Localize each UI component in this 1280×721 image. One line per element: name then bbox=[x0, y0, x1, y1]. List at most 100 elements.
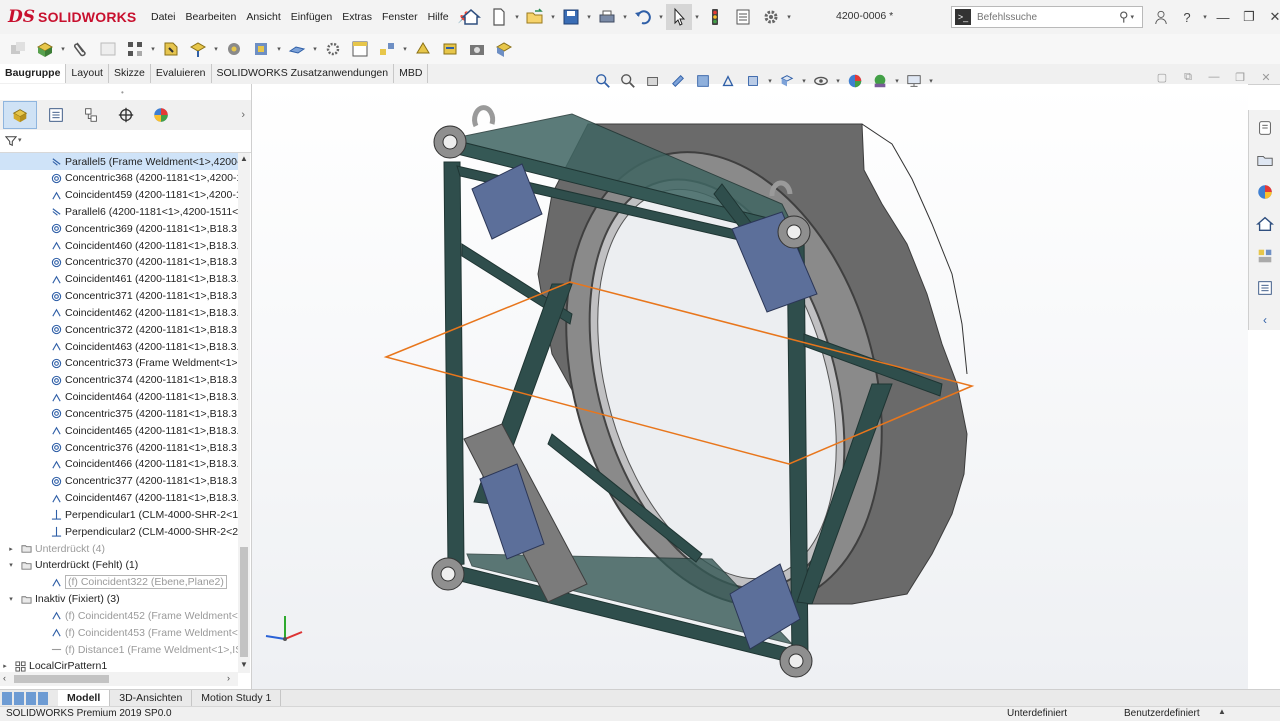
tree-row[interactable]: Coincident460 (4200-1181<1>,B18.3.1M bbox=[0, 237, 238, 254]
viewport-minimize-icon[interactable]: — bbox=[1206, 70, 1222, 84]
tab-nav-prev-icon[interactable] bbox=[14, 692, 24, 705]
print-button[interactable] bbox=[594, 4, 620, 30]
tab-layout[interactable]: Layout bbox=[66, 64, 109, 83]
scroll-up-icon[interactable]: ▲ bbox=[240, 154, 248, 163]
tree-row[interactable]: Concentric376 (4200-1181<1>,B18.3.1M bbox=[0, 439, 238, 456]
solidworks-resources-tab[interactable] bbox=[1251, 114, 1279, 142]
view-orientation-button[interactable] bbox=[742, 71, 764, 91]
zoom-area-button[interactable] bbox=[617, 71, 639, 91]
move-component-button[interactable] bbox=[186, 37, 210, 61]
user-icon[interactable] bbox=[1150, 5, 1172, 29]
tree-row[interactable]: Perpendicular1 (CLM-4000-SHR-2<1>,F bbox=[0, 506, 238, 523]
show-hidden-components-button[interactable] bbox=[222, 37, 246, 61]
tree-collapse-icon[interactable]: ▾ bbox=[6, 561, 16, 569]
options-button[interactable] bbox=[758, 4, 784, 30]
tab-modell[interactable]: Modell bbox=[58, 690, 111, 707]
tree-row[interactable]: Coincident459 (4200-1181<1>,4200-15 bbox=[0, 187, 238, 204]
view-selector-button[interactable] bbox=[717, 71, 739, 91]
take-snapshot-button[interactable] bbox=[465, 37, 489, 61]
dropdown-icon[interactable]: ▾ bbox=[150, 36, 156, 62]
select-dropdown-icon[interactable]: ▾ bbox=[694, 4, 700, 30]
close-icon[interactable]: ✕ bbox=[1264, 5, 1280, 29]
tab-evaluieren[interactable]: Evaluieren bbox=[151, 64, 212, 83]
apply-scene-button[interactable] bbox=[869, 71, 891, 91]
custom-properties-tab[interactable] bbox=[1251, 274, 1279, 302]
tree-row[interactable]: Concentric377 (4200-1181<1>,B18.3.1M bbox=[0, 473, 238, 490]
tree-expand-icon[interactable]: ▸ bbox=[0, 662, 10, 670]
linear-pattern-button[interactable] bbox=[123, 37, 147, 61]
tree-vertical-scroll-thumb[interactable] bbox=[240, 547, 248, 657]
tree-row[interactable]: Perpendicular2 (CLM-4000-SHR-2<2>,F bbox=[0, 523, 238, 540]
menu-hilfe[interactable]: Hilfe bbox=[423, 11, 454, 23]
save-button[interactable] bbox=[558, 4, 584, 30]
design-library-tab[interactable] bbox=[1251, 146, 1279, 174]
tree-collapse-icon[interactable]: ▾ bbox=[6, 595, 16, 603]
scroll-right-icon[interactable]: › bbox=[227, 673, 230, 683]
tree-row[interactable]: Parallel5 (Frame Weldment<1>,4200-1 bbox=[0, 153, 238, 170]
tree-row[interactable]: Coincident466 (4200-1181<1>,B18.3.1M bbox=[0, 456, 238, 473]
dropdown-icon[interactable]: ▾ bbox=[276, 36, 282, 62]
reference-geometry-button[interactable] bbox=[285, 37, 309, 61]
viewport-tile-icon[interactable]: ▢ bbox=[1154, 70, 1170, 84]
scroll-down-icon[interactable]: ▼ bbox=[240, 660, 248, 669]
tab-nav-first-icon[interactable] bbox=[2, 692, 12, 705]
command-search-input[interactable] bbox=[975, 10, 1119, 24]
dropdown-icon[interactable]: ▾ bbox=[213, 36, 219, 62]
save-dropdown-icon[interactable]: ▾ bbox=[586, 4, 592, 30]
menu-extras[interactable]: Extras bbox=[337, 11, 377, 23]
previous-view-button[interactable] bbox=[642, 71, 664, 91]
tab-mbd[interactable]: MBD bbox=[394, 64, 429, 83]
tree-row[interactable]: Coincident461 (4200-1181<1>,B18.3.1M bbox=[0, 271, 238, 288]
open-button[interactable] bbox=[522, 4, 548, 30]
panel-splitter-handle[interactable]: • bbox=[121, 88, 124, 97]
hide-show-dropdown-icon[interactable]: ▾ bbox=[835, 68, 841, 94]
tree-row[interactable]: Concentric368 (4200-1181<1>,4200-15 bbox=[0, 170, 238, 187]
menu-fenster[interactable]: Fenster bbox=[377, 11, 423, 23]
displaymanager-tab[interactable] bbox=[145, 102, 177, 128]
bill-of-materials-button[interactable] bbox=[348, 37, 372, 61]
tab-baugruppe[interactable]: Baugruppe bbox=[0, 64, 67, 83]
tree-row[interactable]: ▸ LocalCirPattern1 bbox=[0, 658, 238, 672]
update-speedpak-button[interactable] bbox=[438, 37, 462, 61]
rebuild-button[interactable] bbox=[702, 4, 728, 30]
dropdown-icon[interactable]: ▾ bbox=[60, 36, 66, 62]
units-up-arrow-icon[interactable]: ▲ bbox=[1218, 707, 1226, 716]
appearances-tab[interactable] bbox=[1251, 178, 1279, 206]
tab-zusatzanwendungen[interactable]: SOLIDWORKS Zusatzanwendungen bbox=[212, 64, 395, 83]
menu-bearbeiten[interactable]: Bearbeiten bbox=[181, 11, 242, 23]
featuremanager-tab[interactable] bbox=[3, 101, 37, 129]
view-settings-button[interactable] bbox=[903, 71, 925, 91]
solidworks-logo[interactable]: DS SOLIDWORKS bbox=[8, 6, 136, 28]
search-icon[interactable]: ⚲ bbox=[1119, 9, 1129, 25]
tree-row[interactable]: Coincident462 (4200-1181<1>,B18.3.1M bbox=[0, 304, 238, 321]
minimize-icon[interactable]: — bbox=[1212, 5, 1234, 29]
tab-motion-study-1[interactable]: Motion Study 1 bbox=[192, 690, 282, 707]
tree-row[interactable]: Parallel6 (4200-1181<1>,4200-1511<1: bbox=[0, 203, 238, 220]
tree-row[interactable]: ▾ Inaktiv (Fixiert) (3) bbox=[0, 591, 238, 608]
tab-3d-ansichten[interactable]: 3D-Ansichten bbox=[110, 690, 193, 707]
tree-row[interactable]: Concentric370 (4200-1181<1>,B18.3.1M bbox=[0, 254, 238, 271]
hide-show-items-button[interactable] bbox=[810, 71, 832, 91]
tab-nav-next-icon[interactable] bbox=[26, 692, 36, 705]
mate-button[interactable] bbox=[69, 37, 93, 61]
configurationmanager-tab[interactable] bbox=[75, 102, 107, 128]
view-palette-tab[interactable] bbox=[1251, 242, 1279, 270]
dropdown-icon[interactable]: ▾ bbox=[402, 36, 408, 62]
tree-row[interactable]: Coincident467 (4200-1181<1>,B18.3.1M bbox=[0, 490, 238, 507]
scroll-left-icon[interactable]: ‹ bbox=[3, 673, 6, 683]
tree-row[interactable]: (f) Distance1 (Frame Weldment<1>,ISS bbox=[0, 641, 238, 658]
chevron-right-icon[interactable]: › bbox=[241, 109, 245, 121]
tree-row[interactable]: Concentric372 (4200-1181<1>,B18.3.1M bbox=[0, 321, 238, 338]
viewport-close-icon[interactable]: ✕ bbox=[1258, 70, 1274, 84]
home-tab[interactable] bbox=[1251, 210, 1279, 238]
command-search[interactable]: >_ ⚲ ▾ bbox=[951, 6, 1143, 28]
component-preview-button[interactable] bbox=[96, 37, 120, 61]
new-motion-study-button[interactable] bbox=[321, 37, 345, 61]
filter-icon[interactable] bbox=[4, 135, 18, 150]
dropdown-icon[interactable]: ▾ bbox=[312, 36, 318, 62]
new-dropdown-icon[interactable]: ▾ bbox=[514, 4, 520, 30]
view-settings-dropdown-icon[interactable]: ▾ bbox=[928, 68, 934, 94]
tree-row[interactable]: ▾ Unterdrückt (Fehlt) (1) bbox=[0, 557, 238, 574]
status-units[interactable]: Benutzerdefiniert bbox=[1124, 708, 1200, 719]
dynamic-annotation-button[interactable] bbox=[692, 71, 714, 91]
